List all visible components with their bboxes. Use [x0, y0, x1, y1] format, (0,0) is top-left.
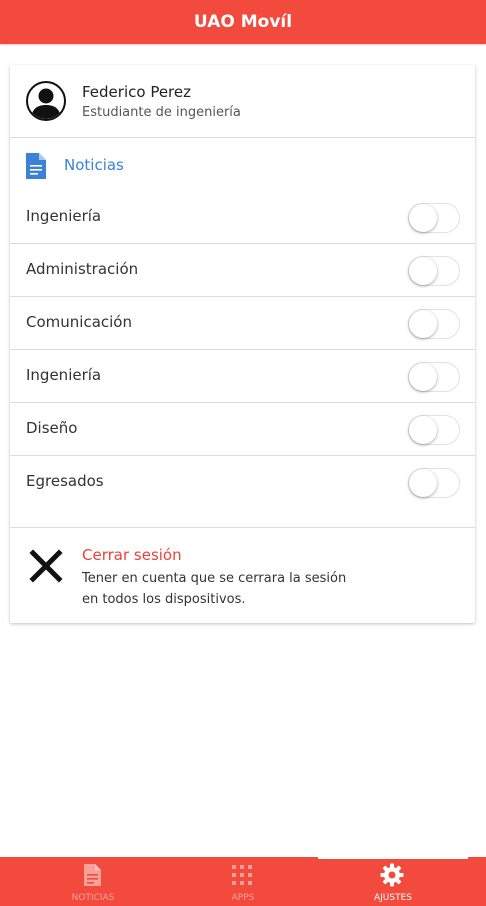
settings-card: Federico Perez Estudiante de ingeniería …	[10, 65, 475, 623]
profile-role: Estudiante de ingeniería	[82, 105, 241, 120]
tab-label: APPS	[231, 893, 255, 903]
toggle-switch[interactable]	[408, 203, 460, 233]
toggle-knob	[409, 204, 437, 232]
toggle-knob	[409, 310, 437, 338]
toggle-row-administracion: Administración	[10, 244, 475, 297]
document-icon	[26, 153, 46, 179]
toggle-label: Ingeniería	[26, 366, 102, 384]
tab-ajustes[interactable]: AJUSTES	[318, 857, 468, 906]
toggle-label: Diseño	[26, 419, 78, 437]
toggle-row-comunicacion: Comunicación	[10, 297, 475, 350]
app-title: UAO Movíl	[193, 12, 293, 32]
tab-noticias[interactable]: NOTICIAS	[18, 857, 168, 906]
toggle-row-ingenieria: Ingeniería	[10, 191, 475, 244]
toggle-label: Egresados	[26, 472, 104, 490]
logout-description: Tener en cuenta que se cerrara la sesión…	[82, 571, 347, 607]
tab-label: NOTICIAS	[71, 893, 115, 903]
toggle-label: Administración	[26, 260, 139, 278]
toggle-knob	[409, 416, 437, 444]
toggle-label: Comunicación	[26, 313, 132, 331]
tab-label: AJUSTES	[373, 893, 412, 903]
news-section-title: Noticias	[64, 156, 124, 174]
toggle-label: Ingeniería	[26, 207, 102, 225]
profile-name: Federico Perez	[82, 83, 191, 101]
toggle-switch[interactable]	[408, 362, 460, 392]
toggle-switch[interactable]	[408, 256, 460, 286]
toggle-knob	[409, 469, 437, 497]
close-icon	[29, 549, 63, 583]
toggle-knob	[409, 363, 437, 391]
logout-title[interactable]: Cerrar sesión	[82, 546, 182, 564]
toggle-switch[interactable]	[408, 309, 460, 339]
toggle-switch[interactable]	[408, 468, 460, 498]
news-section-header: Noticias	[10, 139, 475, 191]
bottom-tab-bar: NOTICIAS APPS AJUSTES	[0, 857, 486, 906]
toggle-row-ingenieria-2: Ingeniería	[10, 350, 475, 403]
user-avatar-icon	[26, 81, 66, 121]
profile-section[interactable]: Federico Perez Estudiante de ingeniería	[10, 65, 475, 138]
toggle-switch[interactable]	[408, 415, 460, 445]
document-icon	[84, 864, 101, 886]
toggle-knob	[409, 257, 437, 285]
app-header: UAO Movíl	[0, 0, 486, 44]
gear-icon	[380, 863, 404, 887]
toggle-row-egresados: Egresados	[10, 456, 475, 509]
toggle-row-diseno: Diseño	[10, 403, 475, 456]
active-tab-indicator	[318, 857, 468, 859]
tab-apps[interactable]: APPS	[168, 857, 318, 906]
grid-icon	[232, 865, 252, 885]
logout-section[interactable]: Cerrar sesión Tener en cuenta que se cer…	[10, 527, 475, 623]
